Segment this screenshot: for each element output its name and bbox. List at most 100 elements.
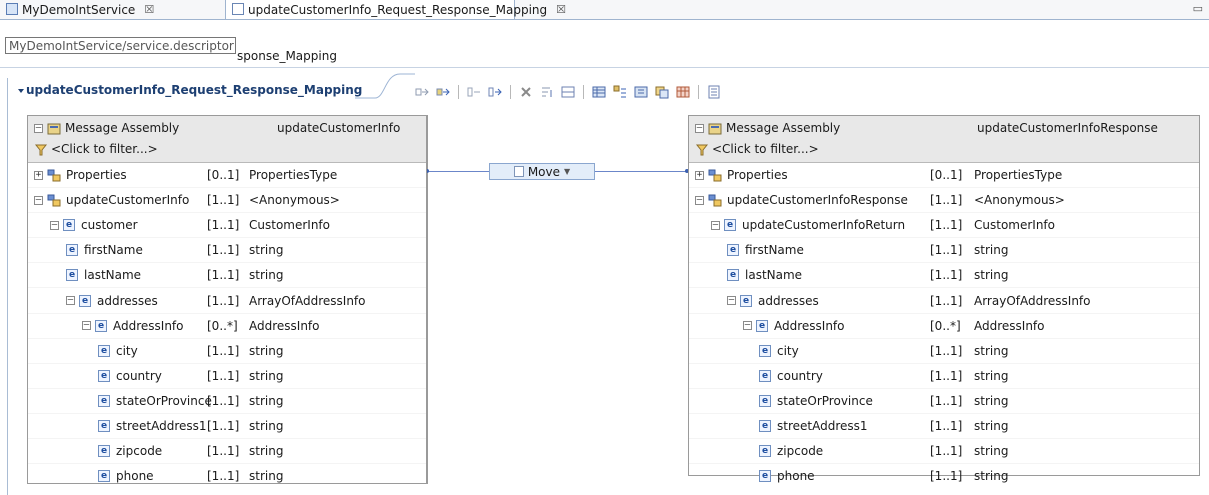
- cardinality: [1..1]: [930, 193, 963, 208]
- delete-icon[interactable]: [518, 84, 534, 100]
- move-transform-icon: [513, 166, 524, 177]
- type-name: CustomerInfo: [974, 218, 1055, 233]
- type-name: string: [249, 368, 284, 383]
- structure-icon: [708, 169, 722, 182]
- tree-row[interactable]: – e updateCustomerInfoReturn [1..1] Customer…: [689, 212, 1199, 237]
- tab-mydemointservice[interactable]: MyDemoIntService ☒: [0, 0, 224, 19]
- tree-row-name: e streetAddress1: [689, 414, 868, 438]
- tree-row[interactable]: e lastName [1..1] string: [28, 262, 426, 287]
- collapse-icon[interactable]: –: [50, 220, 59, 230]
- dropdown-arrow-icon[interactable]: ▼: [564, 167, 570, 176]
- collapse-icon[interactable]: –: [711, 220, 720, 230]
- collapse-icon[interactable]: –: [66, 296, 75, 306]
- tree-row-label: country: [116, 368, 162, 383]
- collapse-icon[interactable]: –: [695, 195, 704, 205]
- expand-icon[interactable]: +: [695, 170, 704, 180]
- tree-row[interactable]: – e AddressInfo [0..*] AddressInfo: [28, 312, 426, 338]
- tree-row-label: phone: [116, 469, 154, 484]
- cardinality: [0..*]: [207, 318, 238, 333]
- table-icon[interactable]: [591, 84, 607, 100]
- cardinality: [1..1]: [207, 368, 240, 383]
- expand-icon[interactable]: +: [34, 170, 43, 180]
- tree-row[interactable]: – e addresses [1..1] ArrayOfAddressInfo: [689, 287, 1199, 312]
- tree-row-label: city: [116, 343, 138, 358]
- cardinality: [1..1]: [930, 368, 963, 383]
- tree-row-name: – e AddressInfo: [689, 314, 845, 338]
- collapse-icon[interactable]: –: [727, 296, 736, 306]
- tree-row-label: stateOrProvince: [777, 393, 873, 408]
- tree-row[interactable]: e lastName [1..1] string: [689, 262, 1199, 287]
- tree-row[interactable]: + Properties [0..1] PropertiesType: [689, 163, 1199, 187]
- tree-row[interactable]: e country [1..1] string: [689, 362, 1199, 388]
- type-name: AddressInfo: [249, 318, 320, 333]
- type-name: AddressInfo: [974, 318, 1045, 333]
- properties-list-icon[interactable]: [706, 84, 722, 100]
- cardinality: [1..1]: [207, 444, 240, 459]
- tree-row[interactable]: e firstName [1..1] string: [689, 237, 1199, 262]
- element-icon: e: [66, 244, 78, 257]
- tree-row[interactable]: e stateOrProvince [1..1] string: [689, 387, 1199, 413]
- add-connection-icon[interactable]: [435, 84, 451, 100]
- tree-row[interactable]: + Properties [0..1] PropertiesType: [28, 163, 426, 187]
- type-name: PropertiesType: [974, 168, 1063, 183]
- tree-row[interactable]: e zipcode [1..1] string: [689, 438, 1199, 463]
- panel-header: – Message Assembly updateCustomerInfoRes…: [689, 116, 1199, 163]
- minimize-icon[interactable]: ▭: [1193, 2, 1203, 15]
- tree-row[interactable]: e firstName [1..1] string: [28, 237, 426, 262]
- tree-row[interactable]: e zipcode [1..1] string: [28, 438, 426, 463]
- tree-row[interactable]: e country [1..1] string: [28, 362, 426, 388]
- collapse-icon[interactable]: –: [695, 123, 704, 133]
- toolbar-separator: [510, 85, 511, 99]
- connect-icon[interactable]: [414, 84, 430, 100]
- tree-row[interactable]: e city [1..1] string: [28, 337, 426, 363]
- previous-icon[interactable]: [466, 84, 482, 100]
- cardinality: [1..1]: [207, 218, 240, 233]
- collapse-icon[interactable]: –: [82, 321, 91, 331]
- panel-type-label: updateCustomerInfoResponse: [977, 121, 1158, 135]
- toolbar-separator: [458, 85, 459, 99]
- tab-mapping[interactable]: updateCustomerInfo_Request_Response_Mapp…: [225, 0, 566, 19]
- cardinality: [1..1]: [207, 243, 240, 258]
- expand-tree-icon[interactable]: [612, 84, 628, 100]
- close-tab-icon[interactable]: ☒: [556, 3, 566, 16]
- tree-row[interactable]: e streetAddress1 [1..1] string: [689, 412, 1199, 438]
- cardinality: [1..1]: [207, 469, 240, 484]
- tree-row[interactable]: e stateOrProvince [1..1] string: [28, 387, 426, 413]
- panel-title[interactable]: – Message Assembly: [34, 119, 179, 137]
- map-table-icon[interactable]: [633, 84, 649, 100]
- tree-row[interactable]: – updateCustomerInfoResponse [1..1] <Anonym…: [689, 187, 1199, 212]
- element-icon: e: [95, 319, 107, 332]
- type-name: string: [249, 268, 284, 283]
- tree-row[interactable]: – updateCustomerInfo [1..1] <Anonymous>: [28, 187, 426, 212]
- panel-title-label: Message Assembly: [726, 121, 841, 135]
- element-icon: e: [727, 244, 739, 257]
- tree-row[interactable]: e city [1..1] string: [689, 337, 1199, 363]
- collapse-icon[interactable]: –: [34, 123, 43, 133]
- type-name: string: [249, 243, 284, 258]
- sort-icon[interactable]: [539, 84, 555, 100]
- structure-icon: [47, 194, 61, 207]
- tree-row-label: Properties: [727, 168, 788, 183]
- move-transform[interactable]: Move ▼: [489, 163, 595, 180]
- collapse-icon[interactable]: –: [743, 321, 752, 331]
- collapse-icon[interactable]: –: [34, 195, 43, 205]
- grid-map-icon[interactable]: [675, 84, 691, 100]
- element-icon: e: [759, 344, 771, 357]
- filter-field[interactable]: <Click to filter...>: [34, 140, 158, 158]
- element-icon: e: [98, 394, 110, 407]
- layout-icon[interactable]: [560, 84, 576, 100]
- next-icon[interactable]: [487, 84, 503, 100]
- tree-row[interactable]: – e customer [1..1] CustomerInfo: [28, 212, 426, 237]
- tree-row-name: + Properties: [689, 163, 788, 187]
- tree-row[interactable]: e streetAddress1 [1..1] string: [28, 412, 426, 438]
- move-label: Move: [527, 164, 561, 179]
- tree-row-label: addresses: [97, 293, 158, 308]
- panel-title[interactable]: – Message Assembly: [695, 119, 840, 137]
- nested-map-icon[interactable]: [654, 84, 670, 100]
- tree-row[interactable]: e phone [1..1] string: [689, 463, 1199, 488]
- close-tab-icon[interactable]: ☒: [144, 3, 154, 16]
- tree-row[interactable]: e phone [1..1] string: [28, 463, 426, 488]
- tree-row[interactable]: – e AddressInfo [0..*] AddressInfo: [689, 312, 1199, 338]
- filter-field[interactable]: <Click to filter...>: [695, 140, 819, 158]
- tree-row[interactable]: – e addresses [1..1] ArrayOfAddressInfo: [28, 287, 426, 312]
